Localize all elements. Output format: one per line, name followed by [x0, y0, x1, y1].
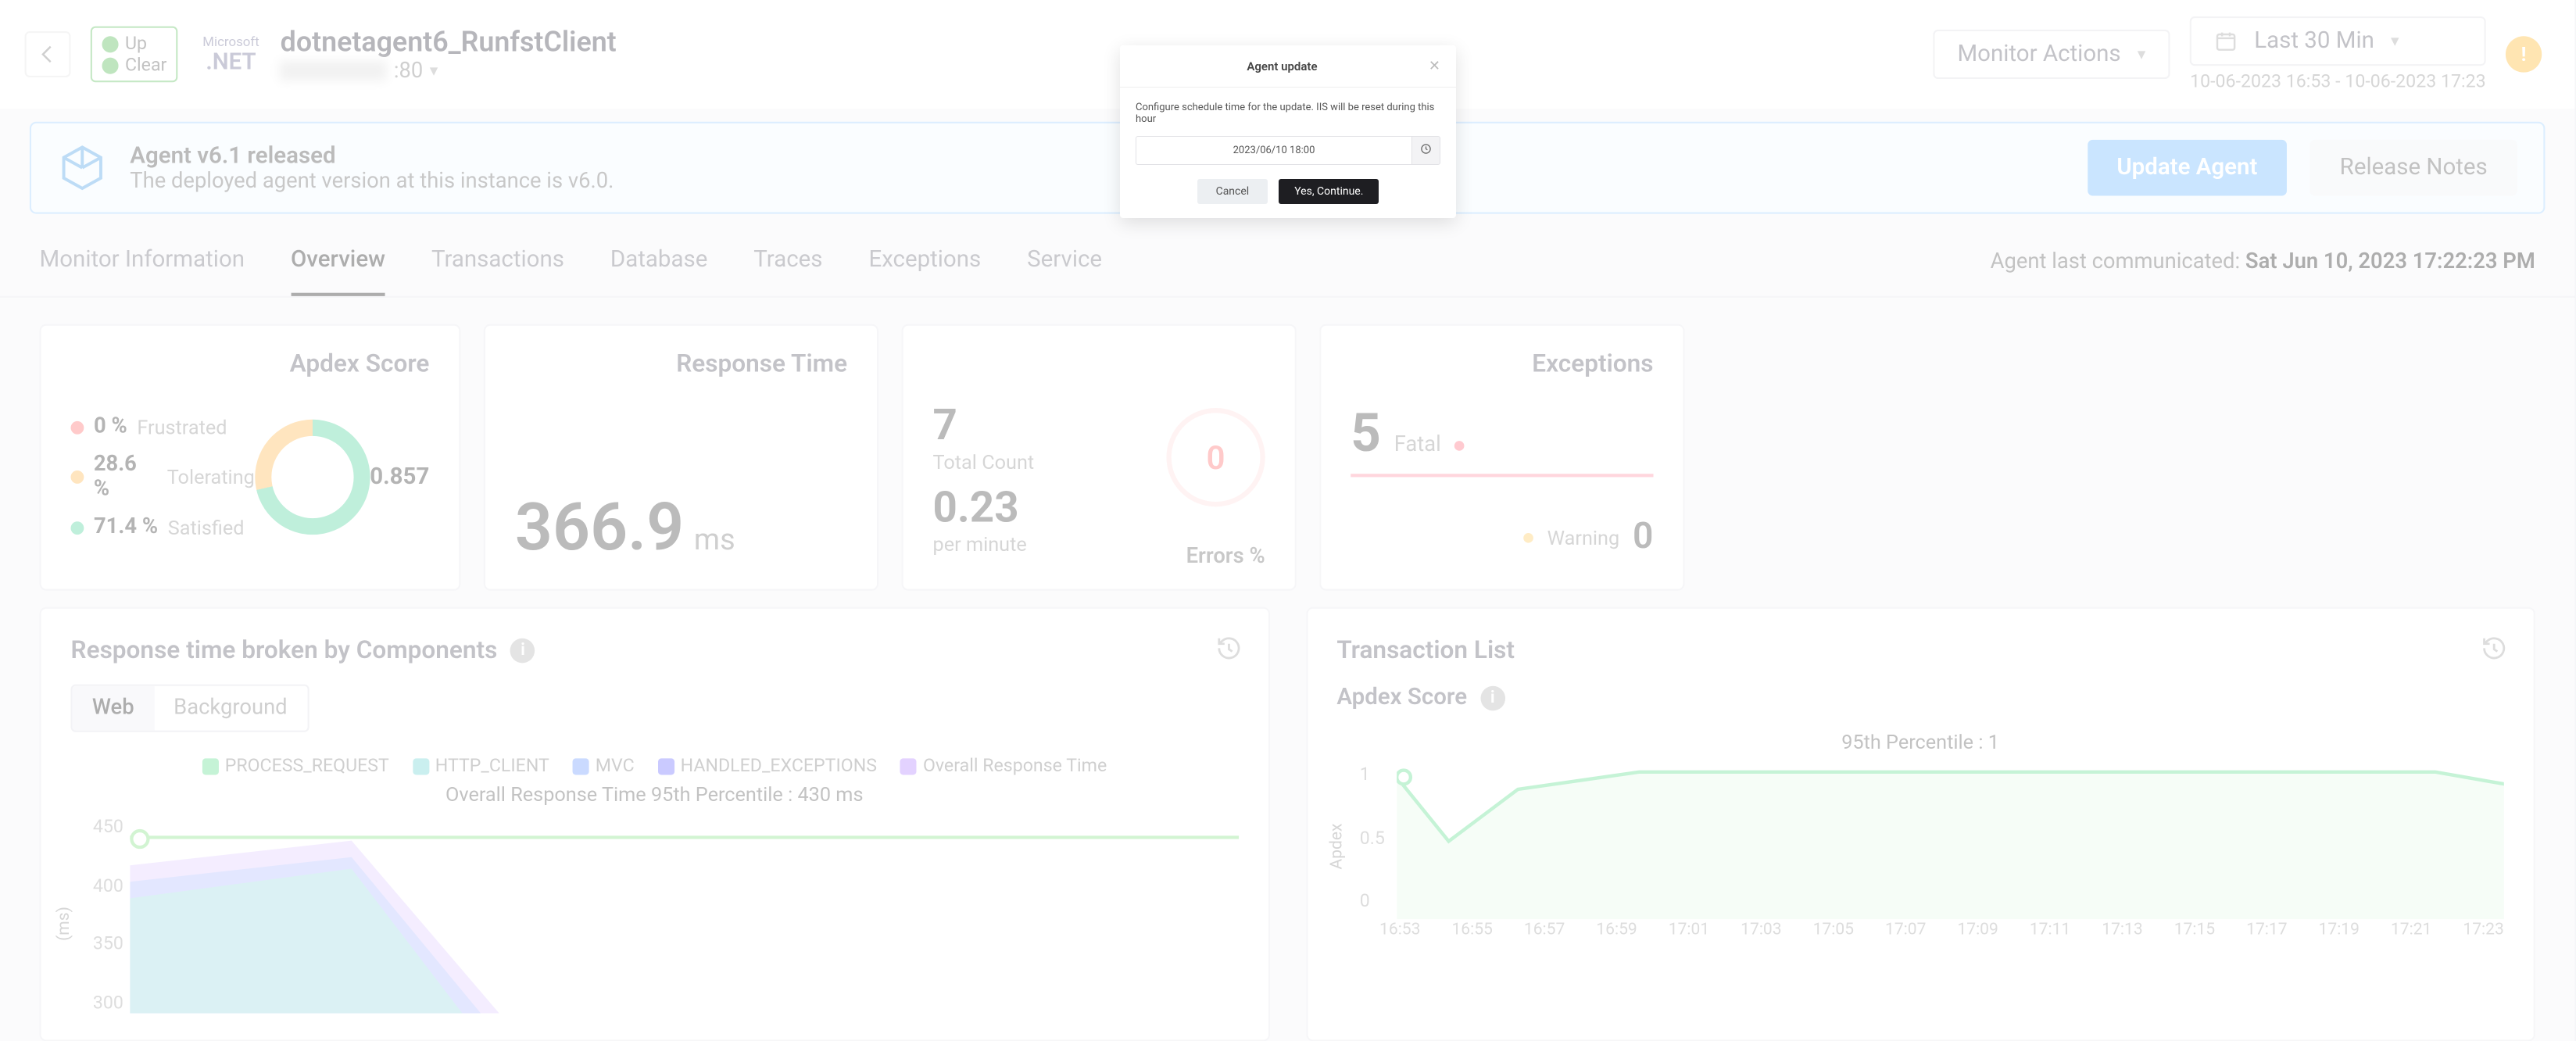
close-icon[interactable]: ✕	[1429, 58, 1440, 74]
modal-message: Configure schedule time for the update. …	[1136, 102, 1440, 125]
schedule-datetime-input[interactable]	[1136, 136, 1411, 165]
clock-icon	[1420, 143, 1432, 155]
clock-picker-button[interactable]	[1411, 136, 1440, 165]
cancel-button[interactable]: Cancel	[1197, 179, 1268, 204]
confirm-button[interactable]: Yes, Continue.	[1279, 179, 1379, 204]
modal-title: Agent update	[1136, 59, 1429, 73]
agent-update-modal: Agent update ✕ Configure schedule time f…	[1120, 45, 1456, 218]
